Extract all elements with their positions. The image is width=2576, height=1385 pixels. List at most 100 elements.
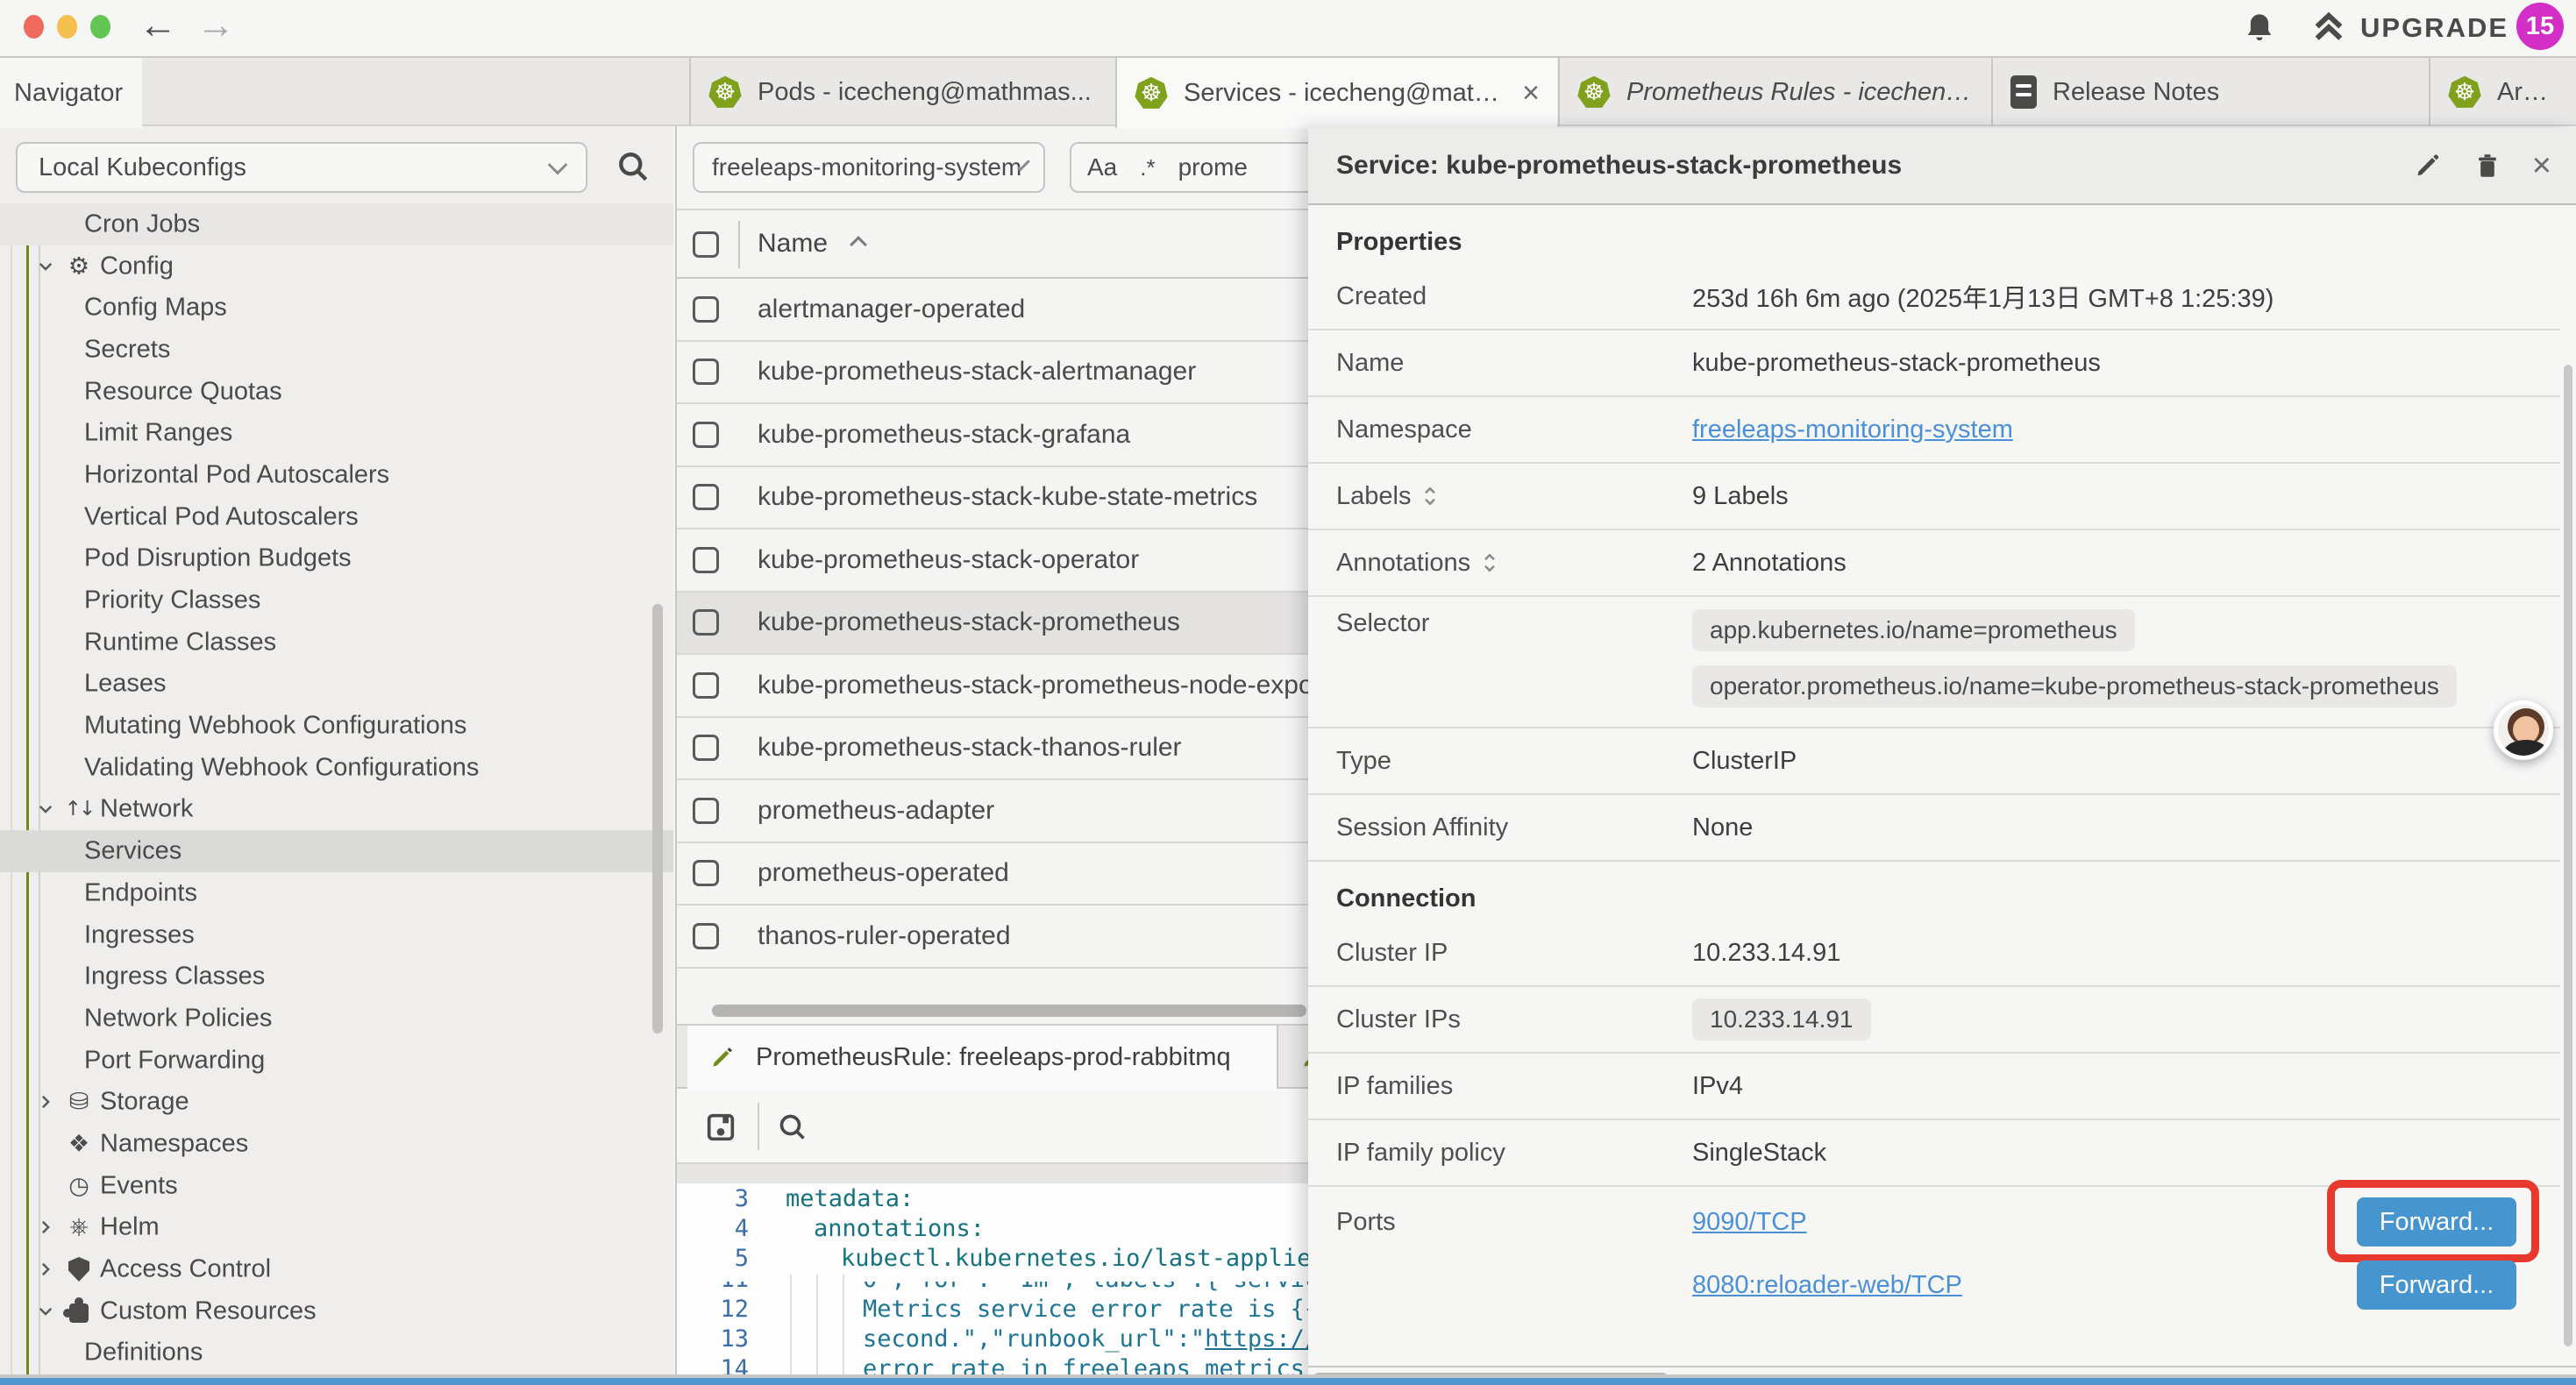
table-row-prometheus-adapter[interactable]: prometheus-adapter xyxy=(677,780,1308,843)
sidebar-item-priority-classes[interactable]: Priority Classes xyxy=(0,579,673,621)
kubeconfig-selector[interactable]: Local Kubeconfigs xyxy=(16,142,587,193)
sidebar-item-mutating-webhook-configurations[interactable]: Mutating Webhook Configurations xyxy=(0,705,673,747)
namespace-link[interactable]: freeleaps-monitoring-system xyxy=(1692,416,2013,444)
row-checkbox[interactable] xyxy=(693,798,719,824)
chevron-down-icon[interactable] xyxy=(37,800,54,818)
sidebar-item-vertical-pod-autoscalers[interactable]: Vertical Pod Autoscalers xyxy=(0,496,673,538)
forward-button[interactable]: Forward... xyxy=(2357,1197,2516,1246)
edit-pencil-icon[interactable] xyxy=(2411,150,2443,181)
table-row-alertmanager-operated[interactable]: alertmanager-operated xyxy=(677,279,1308,342)
row-checkbox[interactable] xyxy=(693,860,719,886)
sidebar-item-leases[interactable]: Leases xyxy=(0,664,673,706)
row-checkbox[interactable] xyxy=(693,422,719,448)
close-window-button[interactable] xyxy=(24,15,44,39)
detail-vertical-scrollbar[interactable] xyxy=(2564,365,2572,1346)
table-row-kube-prometheus-stack-prometheus-node-expor[interactable]: kube-prometheus-stack-prometheus-node-ex… xyxy=(677,655,1308,718)
select-all-checkbox[interactable] xyxy=(693,231,719,258)
editor-tab-partial[interactable] xyxy=(1280,1026,1308,1089)
sidebar-item-pod-disruption-budgets[interactable]: Pod Disruption Budgets xyxy=(0,538,673,580)
minimize-window-button[interactable] xyxy=(57,15,77,39)
sidebar-item-custom-resources[interactable]: Custom Resources xyxy=(0,1290,673,1332)
sidebar-item-limit-ranges[interactable]: Limit Ranges xyxy=(0,412,673,454)
sidebar-item-ingress-classes[interactable]: Ingress Classes xyxy=(0,955,673,998)
forward-button[interactable]: Forward... xyxy=(2357,1261,2516,1310)
sidebar-item-validating-webhook-configurations[interactable]: Validating Webhook Configurations xyxy=(0,747,673,789)
back-arrow-icon[interactable]: ← xyxy=(139,4,177,47)
sidebar-item-network[interactable]: ↑↓Network xyxy=(0,789,673,831)
code-link[interactable]: https://net xyxy=(1205,1325,1308,1353)
tab-navigator[interactable]: Navigator xyxy=(0,58,142,128)
tab-argo-se[interactable]: ☸Argo Se xyxy=(2429,58,2576,126)
sidebar-item-endpoints[interactable]: Endpoints xyxy=(0,872,673,914)
yaml-editor[interactable]: 3metadata:4annotations:5kubectl.kubernet… xyxy=(677,1183,1308,1385)
chevron-down-icon[interactable] xyxy=(37,258,54,275)
table-row-kube-prometheus-stack-alertmanager[interactable]: kube-prometheus-stack-alertmanager xyxy=(677,342,1308,405)
forward-arrow-icon[interactable]: → xyxy=(196,4,235,47)
sidebar-item-network-policies[interactable]: Network Policies xyxy=(0,998,673,1040)
chevron-right-icon[interactable] xyxy=(37,1261,54,1278)
sidebar-item-config[interactable]: ⚙Config xyxy=(0,245,673,288)
sidebar-item-definitions[interactable]: Definitions xyxy=(0,1332,673,1374)
sidebar-search-icon[interactable] xyxy=(614,147,652,186)
notifications-bell-icon[interactable] xyxy=(2241,11,2278,47)
sidebar-item-cron-jobs[interactable]: Cron Jobs xyxy=(0,203,673,245)
row-checkbox[interactable] xyxy=(693,609,719,636)
row-checkbox[interactable] xyxy=(693,735,719,761)
row-checkbox[interactable] xyxy=(693,547,719,573)
tab-pods-icecheng-mathmas[interactable]: ☸Pods - icecheng@mathmas... xyxy=(689,58,1115,126)
filter-input[interactable]: Aa .* prome xyxy=(1070,142,1308,193)
regex-toggle[interactable]: .* xyxy=(1140,154,1155,181)
sidebar-scrollbar[interactable] xyxy=(652,604,663,1033)
sidebar-item-ingresses[interactable]: Ingresses xyxy=(0,914,673,956)
maximize-window-button[interactable] xyxy=(90,15,110,39)
editor-tab-prometheusrule[interactable]: PrometheusRule: freeleaps-prod-rabbitmq xyxy=(687,1026,1278,1089)
namespace-selector[interactable]: freeleaps-monitoring-system xyxy=(693,142,1045,193)
table-row-kube-prometheus-stack-kube-state-metrics[interactable]: kube-prometheus-stack-kube-state-metrics xyxy=(677,467,1308,530)
close-icon[interactable]: × xyxy=(2532,149,2551,182)
filter-query[interactable]: prome xyxy=(1178,153,1248,181)
sidebar-item-port-forwarding[interactable]: Port Forwarding xyxy=(0,1040,673,1082)
sidebar-item-access-control[interactable]: Access Control xyxy=(0,1248,673,1290)
sidebar-item-services[interactable]: Services xyxy=(0,830,673,872)
notification-count-badge[interactable]: 15 xyxy=(2516,3,2564,50)
tab-release-notes[interactable]: Release Notes xyxy=(1991,58,2428,126)
chevron-right-icon[interactable] xyxy=(37,1093,54,1111)
row-checkbox[interactable] xyxy=(693,296,719,323)
tab-close-icon[interactable]: × xyxy=(1522,76,1540,110)
match-case-toggle[interactable]: Aa xyxy=(1087,153,1117,181)
table-row-kube-prometheus-stack-grafana[interactable]: kube-prometheus-stack-grafana xyxy=(677,404,1308,467)
row-checkbox[interactable] xyxy=(693,484,719,510)
chevron-down-icon[interactable] xyxy=(37,1303,54,1320)
row-checkbox[interactable] xyxy=(693,672,719,699)
sidebar-item-horizontal-pod-autoscalers[interactable]: Horizontal Pod Autoscalers xyxy=(0,454,673,496)
editor-search-icon[interactable] xyxy=(775,1110,810,1145)
port-link[interactable]: 9090/TCP xyxy=(1692,1208,1807,1237)
table-row-kube-prometheus-stack-operator[interactable]: kube-prometheus-stack-operator xyxy=(677,529,1308,593)
table-row-kube-prometheus-stack-thanos-ruler[interactable]: kube-prometheus-stack-thanos-ruler xyxy=(677,718,1308,781)
table-row-kube-prometheus-stack-prometheus[interactable]: kube-prometheus-stack-prometheus xyxy=(677,593,1308,656)
upgrade-button[interactable]: UPGRADE xyxy=(2311,11,2508,46)
sidebar-item-secrets[interactable]: Secrets xyxy=(0,329,673,371)
expander-icon[interactable] xyxy=(1481,551,1498,574)
tab-services-icecheng-math[interactable]: ☸Services - icecheng@math...× xyxy=(1115,58,1557,128)
delete-trash-icon[interactable] xyxy=(2473,150,2502,181)
user-avatar[interactable] xyxy=(2494,700,2553,760)
row-checkbox[interactable] xyxy=(693,923,719,949)
expander-icon[interactable] xyxy=(1421,485,1439,508)
sidebar-item-runtime-classes[interactable]: Runtime Classes xyxy=(0,621,673,664)
table-horizontal-scrollbar[interactable] xyxy=(712,1005,1306,1017)
sidebar-item-namespaces[interactable]: ❖Namespaces xyxy=(0,1123,673,1165)
sidebar-item-config-maps[interactable]: Config Maps xyxy=(0,287,673,329)
chevron-right-icon[interactable] xyxy=(37,1218,54,1236)
table-row-thanos-ruler-operated[interactable]: thanos-ruler-operated xyxy=(677,906,1308,969)
sidebar-item-events[interactable]: ◷Events xyxy=(0,1165,673,1207)
port-link[interactable]: 8080:reloader-web/TCP xyxy=(1692,1271,1962,1300)
sidebar-item-helm[interactable]: ⎈Helm xyxy=(0,1207,673,1249)
sidebar-item-storage[interactable]: ⛁Storage xyxy=(0,1081,673,1123)
tab-prometheus-rules-icecheng[interactable]: ☸Prometheus Rules - icecheng... xyxy=(1558,58,1991,126)
sidebar-item-resource-quotas[interactable]: Resource Quotas xyxy=(0,371,673,413)
save-button[interactable] xyxy=(703,1110,738,1145)
table-row-prometheus-operated[interactable]: prometheus-operated xyxy=(677,843,1308,906)
row-checkbox[interactable] xyxy=(693,359,719,385)
column-header-name[interactable]: Name xyxy=(758,229,828,259)
